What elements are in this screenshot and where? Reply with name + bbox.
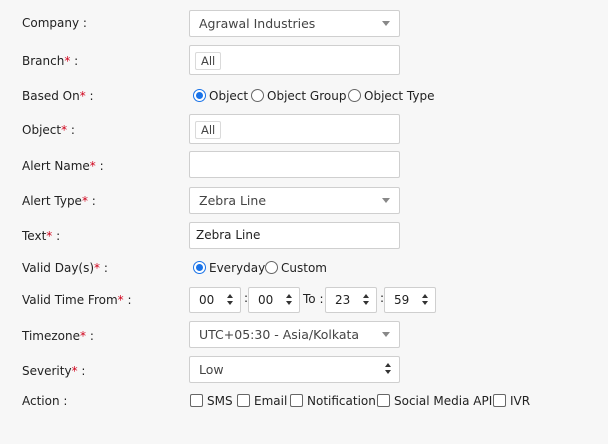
based-on-option-object[interactable]: Object bbox=[193, 89, 248, 103]
checkbox-icon[interactable] bbox=[377, 394, 390, 407]
object-multiselect[interactable]: All bbox=[189, 114, 400, 144]
company-value: Agrawal Industries bbox=[199, 16, 316, 31]
company-label: Company : bbox=[22, 16, 87, 30]
alert-type-value: Zebra Line bbox=[199, 193, 267, 208]
object-label: Object* : bbox=[22, 123, 75, 137]
action-option-social-media-api[interactable]: Social Media API bbox=[377, 394, 492, 408]
from-minute-stepper[interactable]: 00 bbox=[248, 287, 300, 313]
alert-name-label: Alert Name* : bbox=[22, 159, 104, 173]
company-row: Company : Agrawal Industries bbox=[0, 10, 608, 43]
branch-multiselect[interactable]: All bbox=[189, 45, 400, 75]
object-row: Object* : All bbox=[0, 114, 608, 153]
checkbox-icon[interactable] bbox=[493, 394, 506, 407]
up-down-icon bbox=[385, 362, 393, 376]
text-label: Text* : bbox=[22, 229, 61, 243]
timezone-select[interactable]: UTC+05:30 - Asia/Kolkata bbox=[189, 321, 400, 348]
to-hour-stepper[interactable]: 23 bbox=[325, 287, 377, 313]
radio-icon[interactable] bbox=[265, 261, 278, 274]
checkbox-icon[interactable] bbox=[190, 394, 203, 407]
action-option-notification[interactable]: Notification bbox=[290, 394, 376, 408]
chevron-down-icon bbox=[382, 198, 390, 203]
valid-days-option-everyday[interactable]: Everyday bbox=[193, 261, 265, 275]
spinner-icon[interactable] bbox=[227, 293, 235, 307]
to-minute-stepper[interactable]: 59 bbox=[384, 287, 436, 313]
action-option-ivr[interactable]: IVR bbox=[493, 394, 530, 408]
to-label: To : bbox=[303, 292, 324, 306]
branch-label: Branch* : bbox=[22, 54, 79, 68]
valid-days-option-custom[interactable]: Custom bbox=[265, 261, 327, 275]
severity-select[interactable]: Low bbox=[189, 356, 400, 383]
object-tag-all[interactable]: All bbox=[195, 121, 222, 139]
radio-icon[interactable] bbox=[251, 89, 264, 102]
alert-type-row: Alert Type* : Zebra Line bbox=[0, 187, 608, 221]
alert-type-label: Alert Type* : bbox=[22, 194, 96, 208]
action-option-email[interactable]: Email bbox=[237, 394, 287, 408]
branch-tag-all[interactable]: All bbox=[195, 52, 222, 70]
checkbox-icon[interactable] bbox=[237, 394, 250, 407]
severity-label: Severity* : bbox=[22, 364, 86, 378]
alert-name-input[interactable] bbox=[189, 151, 400, 178]
from-hour-stepper[interactable]: 00 bbox=[189, 287, 241, 313]
action-option-sms[interactable]: SMS bbox=[190, 394, 233, 408]
spinner-icon[interactable] bbox=[363, 293, 371, 307]
valid-time-label: Valid Time From* : bbox=[22, 293, 132, 307]
alert-type-select[interactable]: Zebra Line bbox=[189, 187, 400, 214]
timezone-value: UTC+05:30 - Asia/Kolkata bbox=[199, 327, 360, 342]
chevron-down-icon bbox=[382, 332, 390, 337]
action-label: Action : bbox=[22, 394, 68, 408]
spinner-icon[interactable] bbox=[422, 293, 430, 307]
radio-selected-icon[interactable] bbox=[193, 89, 206, 102]
branch-row: Branch* : All bbox=[0, 45, 608, 84]
company-select[interactable]: Agrawal Industries bbox=[189, 10, 400, 37]
chevron-down-icon bbox=[382, 21, 390, 26]
valid-days-label: Valid Day(s)* : bbox=[22, 261, 108, 275]
text-input[interactable]: Zebra Line bbox=[189, 222, 400, 249]
based-on-option-object-type[interactable]: Object Type bbox=[348, 89, 434, 103]
severity-value: Low bbox=[199, 362, 224, 377]
radio-icon[interactable] bbox=[348, 89, 361, 102]
spinner-icon[interactable] bbox=[286, 293, 294, 307]
radio-selected-icon[interactable] bbox=[193, 261, 206, 274]
timezone-label: Timezone* : bbox=[22, 329, 94, 343]
timezone-row: Timezone* : UTC+05:30 - Asia/Kolkata bbox=[0, 321, 608, 356]
based-on-option-object-group[interactable]: Object Group bbox=[251, 89, 346, 103]
based-on-label: Based On* : bbox=[22, 89, 94, 103]
checkbox-icon[interactable] bbox=[290, 394, 303, 407]
severity-row: Severity* : Low bbox=[0, 356, 608, 391]
